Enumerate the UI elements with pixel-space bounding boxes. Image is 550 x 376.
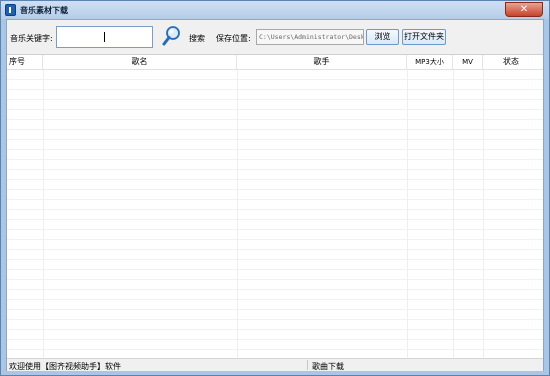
column-header-mp3-size[interactable]: MP3大小 bbox=[407, 55, 453, 70]
column-header-index[interactable]: 序号 bbox=[7, 55, 43, 70]
save-location-label: 保存位置: bbox=[216, 34, 251, 43]
client-area: 音乐关键字: 搜索 保存位置: C:\Users\Administrator\D… bbox=[6, 19, 544, 371]
table-header: 序号 歌名 歌手 MP3大小 MV 状态 bbox=[7, 55, 543, 70]
column-divider bbox=[237, 70, 238, 358]
song-list-table[interactable]: 序号 歌名 歌手 MP3大小 MV 状态 bbox=[7, 54, 543, 358]
column-header-status[interactable]: 状态 bbox=[483, 55, 539, 70]
search-button[interactable]: 搜索 bbox=[189, 33, 205, 44]
status-divider bbox=[307, 360, 308, 370]
status-bar: 欢迎使用【图齐视频助手】软件 歌曲下载 bbox=[7, 358, 543, 371]
column-header-song-name[interactable]: 歌名 bbox=[43, 55, 237, 70]
status-mode-text: 歌曲下载 bbox=[312, 362, 344, 371]
app-window: 音乐素材下载 ✕ 音乐关键字: 搜索 保存位置: C:\Users\Admini… bbox=[0, 0, 550, 376]
search-icon[interactable] bbox=[162, 25, 182, 47]
app-icon bbox=[5, 4, 16, 16]
open-folder-button[interactable]: 打开文件夹 bbox=[402, 29, 446, 45]
title-bar[interactable]: 音乐素材下载 ✕ bbox=[1, 1, 549, 19]
column-divider bbox=[453, 70, 454, 358]
browse-button[interactable]: 浏览 bbox=[366, 29, 399, 45]
text-caret bbox=[104, 32, 105, 42]
close-button[interactable]: ✕ bbox=[505, 2, 543, 17]
keyword-input[interactable] bbox=[56, 26, 153, 48]
keyword-label: 音乐关键字: bbox=[10, 34, 53, 43]
save-path-field[interactable]: C:\Users\Administrator\Deskto bbox=[256, 29, 364, 45]
toolbar: 音乐关键字: 搜索 保存位置: C:\Users\Administrator\D… bbox=[7, 20, 543, 54]
column-header-mv[interactable]: MV bbox=[453, 55, 483, 70]
column-divider bbox=[483, 70, 484, 358]
column-divider bbox=[43, 70, 44, 358]
table-body[interactable] bbox=[7, 70, 543, 358]
column-divider bbox=[407, 70, 408, 358]
window-title: 音乐素材下载 bbox=[20, 6, 68, 15]
column-header-singer[interactable]: 歌手 bbox=[237, 55, 407, 70]
status-welcome-text: 欢迎使用【图齐视频助手】软件 bbox=[9, 362, 121, 371]
